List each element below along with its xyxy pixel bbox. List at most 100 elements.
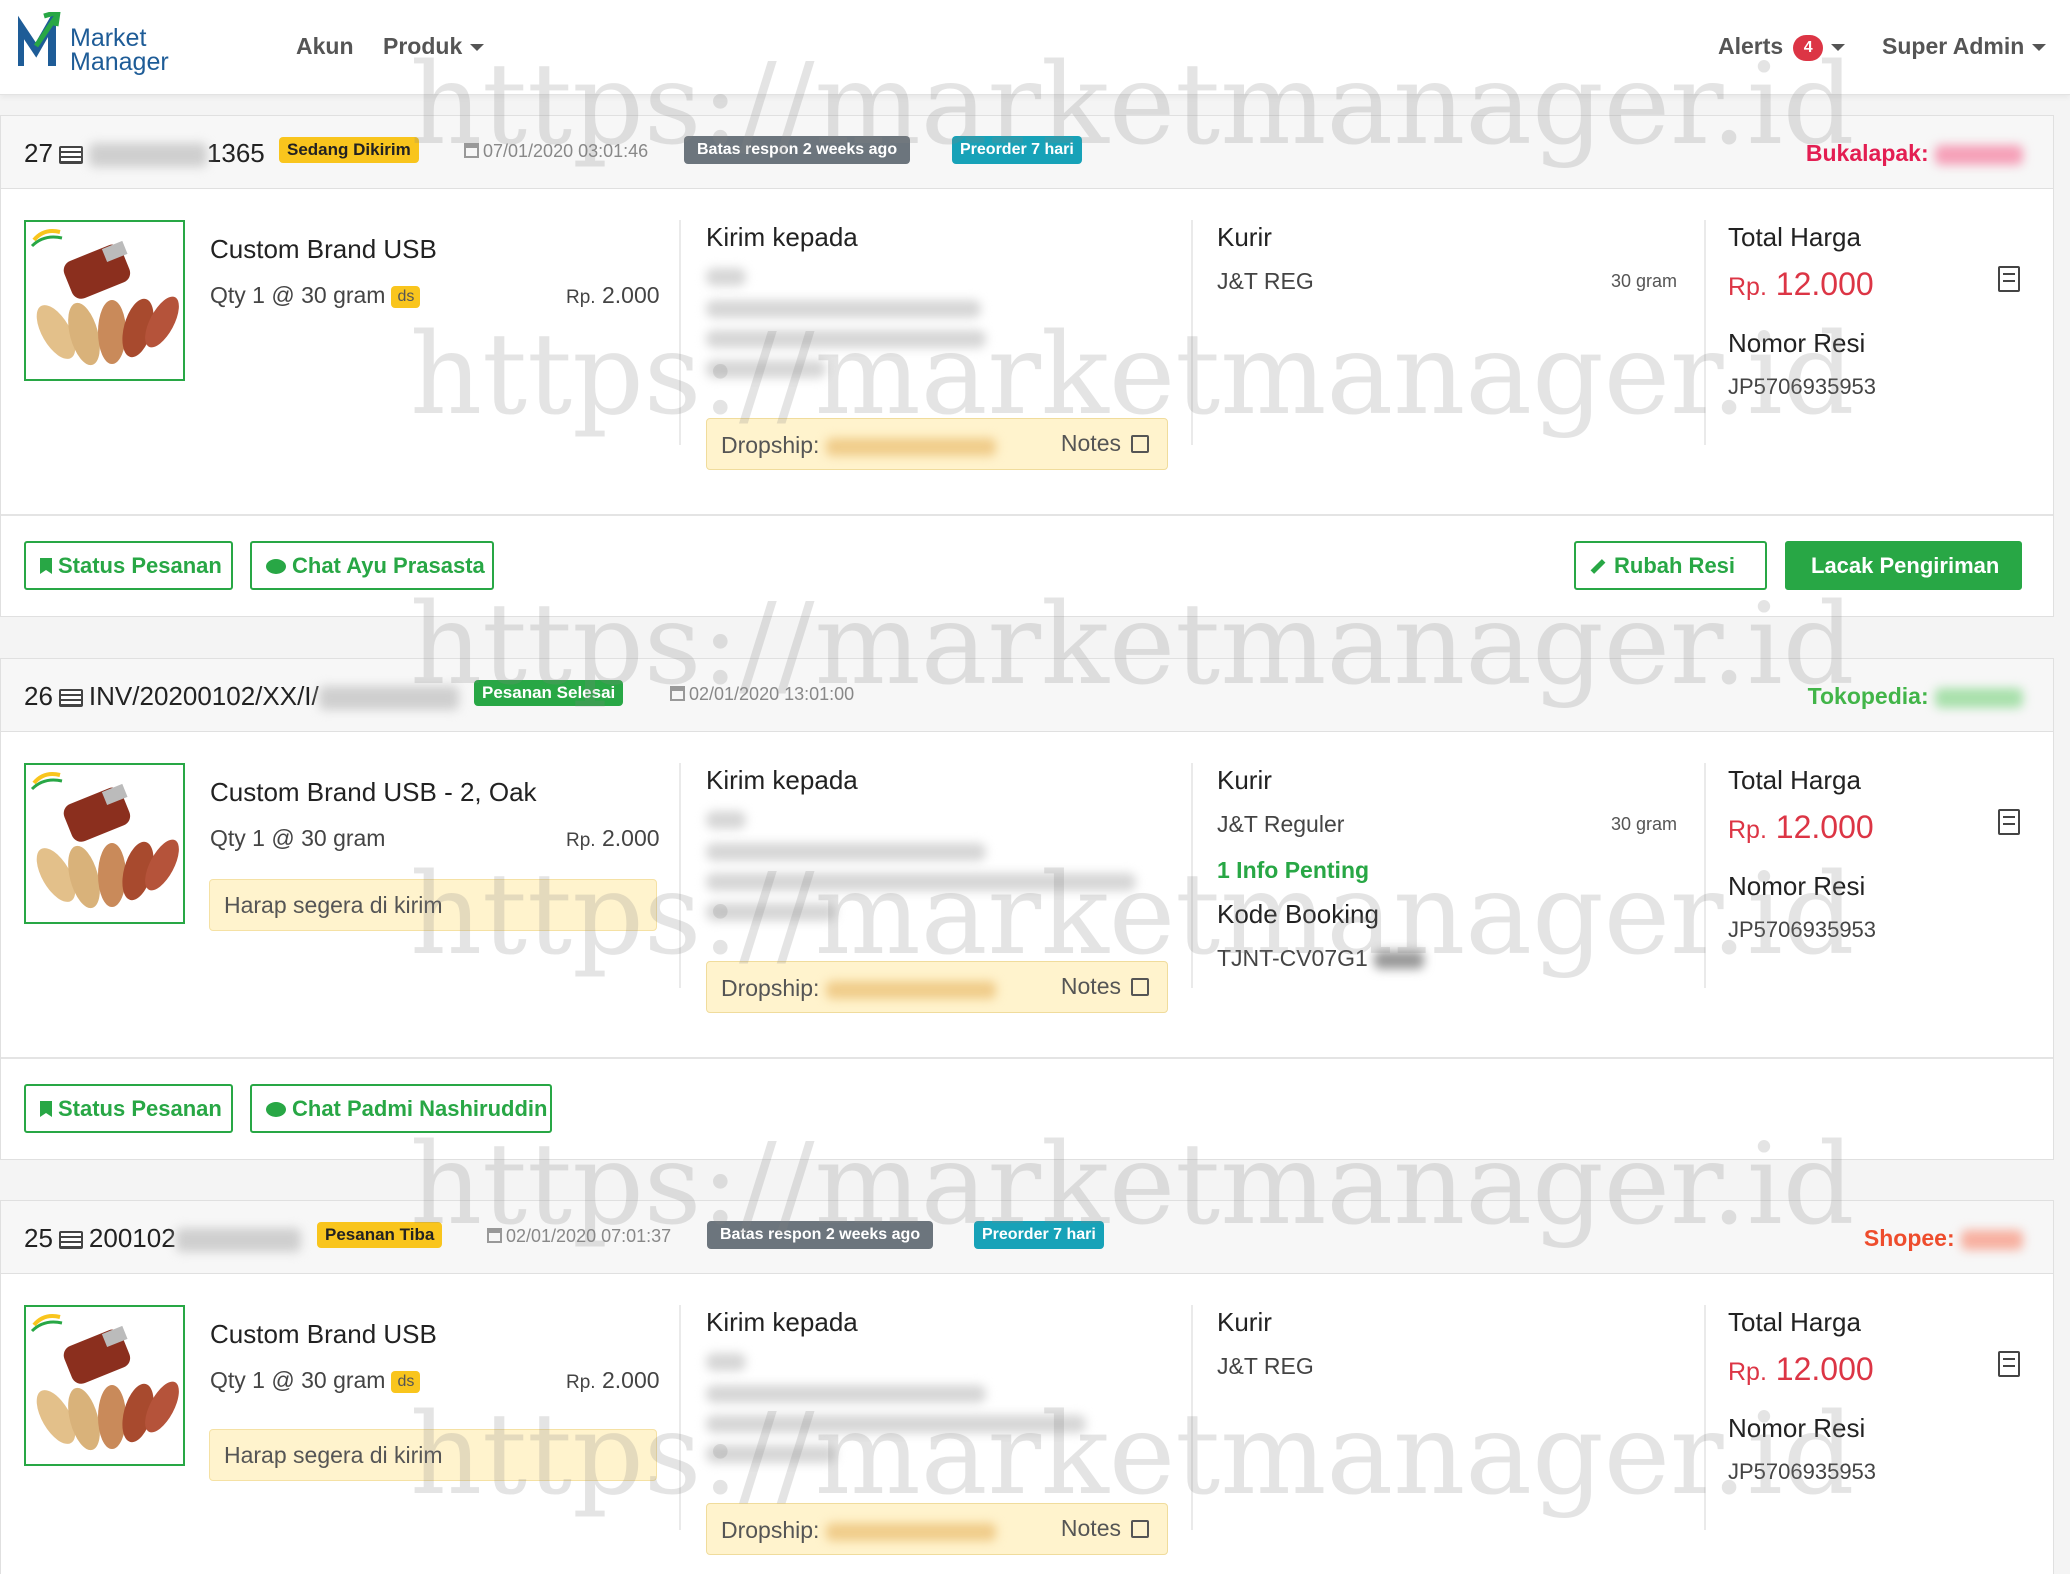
nav-produk-dropdown[interactable]: Produk: [383, 33, 485, 60]
chat-buyer-button[interactable]: Chat Padmi Nashiruddin: [250, 1084, 552, 1133]
currency-prefix: Rp.: [1728, 1358, 1767, 1386]
product-thumbnail[interactable]: [24, 1305, 185, 1466]
order-header: 25 200102 Pesanan Tiba 02/01/2020 07:01:3…: [1, 1201, 2053, 1274]
chat-buyer-button[interactable]: Chat Ayu Prasasta: [250, 541, 494, 590]
marketplace-name: Tokopedia:: [1807, 683, 1929, 709]
order-card-25: 25 200102 Pesanan Tiba 02/01/2020 07:01:3…: [0, 1200, 2054, 1574]
alerts-count-badge: 4: [1793, 34, 1824, 61]
total-price-title: Total Harga: [1728, 765, 1861, 795]
usb-product-image: [26, 1307, 183, 1464]
bookmark-icon: [40, 1101, 52, 1117]
column-divider: [1191, 763, 1193, 988]
redacted-store: [1935, 687, 2023, 708]
footer-divider: [1, 1057, 2053, 1059]
order-index: 25: [24, 1223, 53, 1253]
dropship-badge: ds: [391, 286, 421, 308]
nav-alerts-dropdown[interactable]: Alerts 4: [1718, 33, 1846, 61]
invoice-document-icon[interactable]: [1998, 809, 2020, 835]
order-datetime-text: 02/01/2020 07:01:37: [506, 1226, 672, 1246]
order-header: 27 1365 Sedang Dikirim 07/01/2020 03:01:4…: [1, 116, 2053, 189]
notes-label: Notes: [1060, 973, 1121, 999]
total-price: Rp. 12.000: [1728, 266, 1874, 303]
nav-produk-label: Produk: [383, 33, 463, 59]
courier-title: Kurir: [1217, 222, 1272, 252]
redacted-recipient: [706, 268, 746, 286]
redacted-address-line: [706, 873, 1136, 891]
product-price: Rp. 2.000: [566, 282, 660, 309]
buyer-note: Harap segera di kirim: [209, 879, 657, 931]
marketplace-name: Bukalapak:: [1805, 140, 1929, 166]
order-id-suffix: 1365: [206, 138, 265, 168]
chevron-down-icon: [470, 44, 485, 52]
product-thumbnail[interactable]: [24, 220, 185, 381]
ship-to-title: Kirim kepada: [706, 222, 858, 252]
dropship-box: Dropship: Notes: [706, 1503, 1168, 1555]
total-value: 12.000: [1775, 1351, 1874, 1387]
usb-product-image: [26, 765, 183, 922]
market-manager-logo[interactable]: Market Manager: [18, 12, 178, 78]
redacted-address-line: [706, 1415, 1086, 1433]
note-icon: [1131, 435, 1149, 453]
product-thumbnail[interactable]: [24, 763, 185, 924]
order-status-button[interactable]: Status Pesanan: [24, 541, 233, 590]
tracking-number-title: Nomor Resi: [1728, 1413, 1866, 1443]
product-name[interactable]: Custom Brand USB: [210, 234, 437, 265]
notes-button[interactable]: Notes: [1061, 430, 1149, 457]
total-price: Rp. 12.000: [1728, 809, 1874, 846]
important-info-link[interactable]: 1 Info Penting: [1217, 857, 1369, 884]
response-deadline-badge: Batas respon 2 weeks ago: [707, 1221, 934, 1249]
currency-prefix: Rp.: [566, 1372, 596, 1393]
tracking-number-title: Nomor Resi: [1728, 871, 1866, 901]
total-value: 12.000: [1775, 809, 1874, 845]
order-id-prefix: INV/20200102/XX/I/: [88, 681, 319, 711]
order-status-button[interactable]: Status Pesanan: [24, 1084, 233, 1133]
nav-akun[interactable]: Akun: [296, 33, 354, 60]
notes-button[interactable]: Notes: [1061, 1515, 1149, 1542]
tracking-number-title: Nomor Resi: [1728, 328, 1866, 358]
change-tracking-button[interactable]: Rubah Resi: [1574, 541, 1767, 590]
tracking-number: JP5706935953: [1728, 917, 1877, 942]
marketplace-label: Bukalapak:: [1806, 140, 2023, 167]
currency-prefix: Rp.: [1728, 816, 1767, 844]
product-name[interactable]: Custom Brand USB - 2, Oak: [210, 777, 537, 808]
redacted-recipient: [706, 1353, 746, 1371]
redacted-store: [1935, 144, 2023, 165]
response-deadline-badge: Batas respon 2 weeks ago: [684, 136, 911, 164]
order-datetime: 07/01/2020 03:01:46: [464, 141, 648, 162]
redacted-dropship-name: [825, 1522, 996, 1541]
redacted-address-line: [706, 843, 986, 861]
dropship-label: Dropship:: [721, 1517, 996, 1544]
note-icon: [1131, 978, 1149, 996]
price-value: 2.000: [601, 825, 660, 851]
redacted-order-id: [175, 1228, 301, 1253]
brand-line1: Market: [70, 24, 147, 52]
column-divider: [679, 220, 681, 445]
notes-button[interactable]: Notes: [1061, 973, 1149, 1000]
order-index: 27: [24, 138, 53, 168]
product-qty: Qty 1 @ 30 gram ds: [210, 1367, 421, 1394]
marketplace-label: Tokopedia:: [1808, 683, 2023, 710]
booking-code-text: TJNT-CV07G1: [1217, 945, 1368, 971]
redacted-dropship-name: [825, 437, 996, 456]
shipment-weight: 30 gram: [1611, 271, 1678, 291]
chat-icon: [266, 559, 286, 574]
total-price-title: Total Harga: [1728, 222, 1861, 252]
order-number: 26 INV/20200102/XX/I/: [24, 681, 459, 712]
column-divider: [1704, 763, 1706, 988]
shipment-weight: 30 gram: [1611, 814, 1678, 834]
order-card-27: 27 1365 Sedang Dikirim 07/01/2020 03:01:4…: [0, 115, 2054, 617]
product-name[interactable]: Custom Brand USB: [210, 1319, 437, 1350]
nav-user-dropdown[interactable]: Super Admin: [1882, 33, 2047, 60]
redacted-dropship-name: [825, 980, 996, 999]
chevron-down-icon: [2032, 44, 2047, 52]
invoice-document-icon[interactable]: [1998, 266, 2020, 292]
product-price: Rp. 2.000: [566, 1367, 660, 1394]
pencil-icon: [1590, 559, 1606, 574]
redacted-order-id: [88, 143, 207, 168]
track-shipment-button[interactable]: Lacak Pengiriman: [1785, 541, 2022, 590]
brand-line2: Manager: [70, 48, 169, 76]
tracking-number: JP5706935953: [1728, 374, 1877, 399]
chevron-down-icon: [1831, 44, 1846, 52]
invoice-document-icon[interactable]: [1998, 1351, 2020, 1377]
total-value: 12.000: [1775, 266, 1874, 302]
